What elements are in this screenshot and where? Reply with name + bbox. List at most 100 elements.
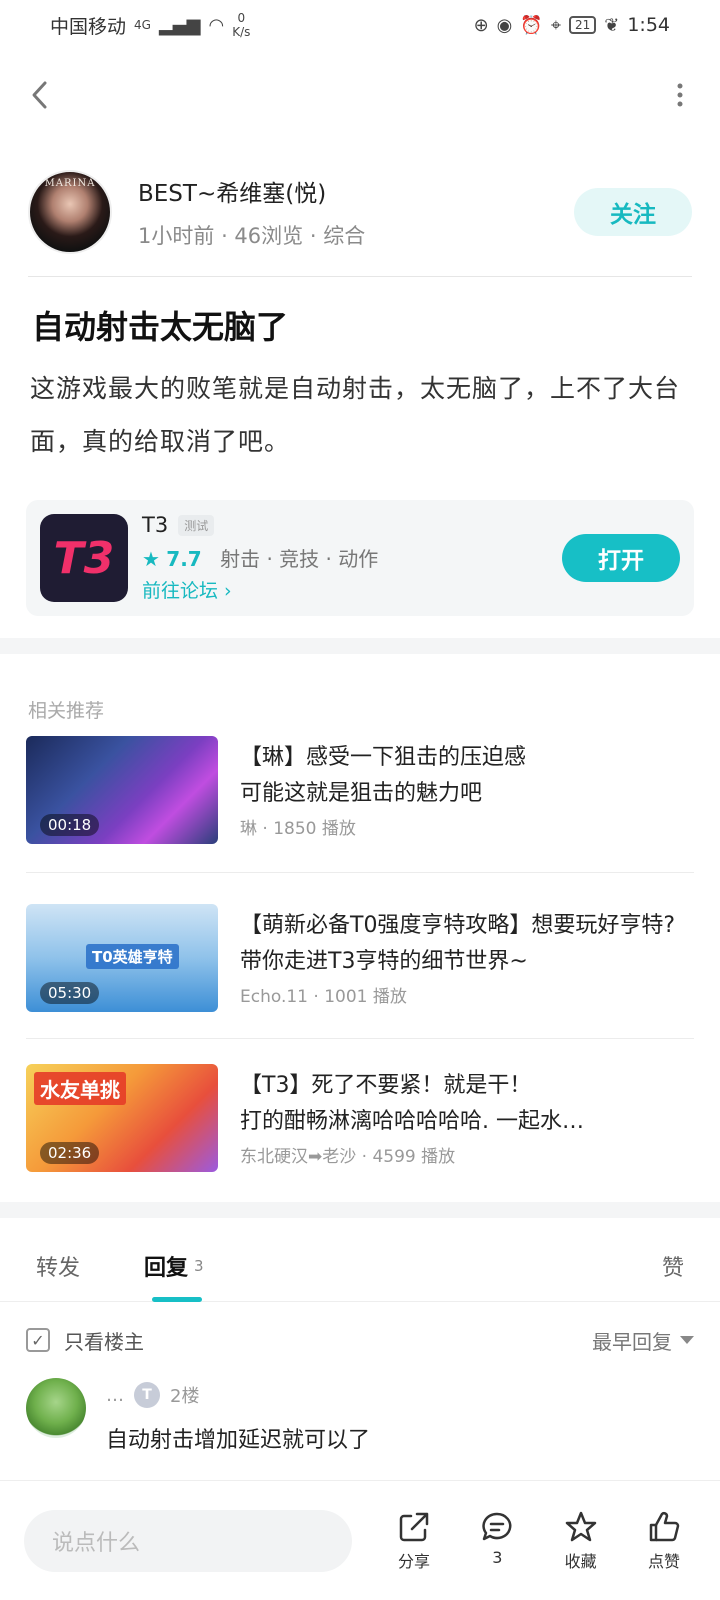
game-logo: T3 xyxy=(40,514,128,602)
comment-header: … T 2楼 xyxy=(106,1382,199,1408)
rec-title: 【萌新必备T0强度亨特攻略】想要玩好亨特?带你走进T3亨特的细节世界~ xyxy=(240,913,676,974)
star-outline-icon xyxy=(564,1510,598,1544)
rec-author: 东北硬汉➡老沙 xyxy=(240,1147,357,1167)
author-meta: 1小时前 · 46浏览 · 综合 xyxy=(138,220,574,250)
like-label: 点赞 xyxy=(647,1551,680,1571)
author-avatar[interactable]: MARINA xyxy=(28,170,112,254)
more-vertical-icon xyxy=(676,82,684,108)
avatar-text: MARINA xyxy=(44,178,96,189)
thumbs-up-icon xyxy=(647,1510,681,1544)
signal-bars-icon: ▂▄▆ xyxy=(158,14,201,36)
rec-info: 【琳】感受一下狙击的压迫感 可能这就是狙击的魅力吧 琳 · 1850 播放 xyxy=(240,736,694,848)
back-button[interactable] xyxy=(20,75,60,115)
forum-link[interactable]: 前往论坛 › xyxy=(142,576,562,603)
comment-text: 自动射击增加延迟就可以了 xyxy=(106,1428,371,1453)
clock: 1:54 xyxy=(627,14,670,36)
favorite-button[interactable]: 收藏 xyxy=(549,1510,613,1572)
tab-underline xyxy=(152,1296,203,1302)
thumbnail-caption: 水友单挑 xyxy=(34,1072,126,1105)
test-tag: 测试 xyxy=(178,514,215,536)
video-thumbnail: 00:18 xyxy=(26,736,218,844)
star-icon: ★ xyxy=(142,547,160,571)
filter-row: ✓ 只看楼主 最早回复 xyxy=(26,1320,694,1360)
rec-item[interactable]: 水友单挑 02:36 【T3】死了不要紧！就是干！ 打的酣畅淋漓哈哈哈哈哈. 一… xyxy=(26,1064,694,1176)
tab-likes[interactable]: 赞 xyxy=(662,1230,684,1302)
like-button[interactable]: 点赞 xyxy=(632,1510,696,1572)
game-meta: ★ 7.7 射击 · 竞技 · 动作 xyxy=(142,543,562,572)
thumbnail-caption: T0英雄亨特 xyxy=(86,944,179,969)
rec-meta: 琳 · 1850 播放 xyxy=(240,814,694,839)
author-name[interactable]: BEST~希维塞(悦) xyxy=(138,174,574,208)
net-speed-unit: K/s xyxy=(232,25,251,39)
open-game-button[interactable]: 打开 xyxy=(562,534,680,582)
comment-button[interactable]: 3 xyxy=(465,1510,529,1572)
rec-info: 【萌新必备T0强度亨特攻略】想要玩好亨特?带你走进T3亨特的细节世界~ Echo… xyxy=(240,904,694,1016)
tab-reply-count: 3 xyxy=(194,1256,204,1275)
location-icon: ⌖ xyxy=(550,14,561,36)
tab-reply[interactable]: 回复 3 xyxy=(144,1230,204,1302)
divider xyxy=(26,872,694,873)
only-op-checkbox[interactable]: ✓ xyxy=(26,1328,50,1352)
rec-item[interactable]: T0英雄亨特 05:30 【萌新必备T0强度亨特攻略】想要玩好亨特?带你走进T3… xyxy=(26,904,694,1016)
share-icon xyxy=(397,1510,431,1544)
status-right: ⊕ ◉ ⏰ ⌖ 21 ❦ 1:54 xyxy=(474,14,670,36)
data-saver-icon: ⊕ xyxy=(473,14,489,36)
follow-button[interactable]: 关注 xyxy=(574,188,692,236)
divider xyxy=(28,276,692,277)
rec-plays: 4599 播放 xyxy=(372,1147,456,1167)
comment-count: 3 xyxy=(492,1547,503,1567)
section-gap xyxy=(0,638,720,654)
game-name: T3 xyxy=(142,513,169,537)
section-gap xyxy=(0,1202,720,1218)
comment-item: … T 2楼 自动射击增加延迟就可以了 xyxy=(26,1378,694,1478)
tab-repost[interactable]: 转发 xyxy=(36,1230,80,1302)
game-card[interactable]: T3 T3 测试 ★ 7.7 射击 · 竞技 · 动作 前往论坛 › 打开 xyxy=(26,500,694,616)
status-bar: 中国移动 4G ▂▄▆ ◠ 0 K/s ⊕ ◉ ⏰ ⌖ 21 ❦ 1:54 xyxy=(0,0,720,50)
post-time: 1小时前 xyxy=(138,224,215,248)
net-speed: 0 K/s xyxy=(232,11,250,39)
divider xyxy=(26,1038,694,1039)
rec-plays: 1001 播放 xyxy=(324,987,407,1007)
caret-down-icon xyxy=(680,1336,694,1344)
commenter-avatar[interactable] xyxy=(26,1378,86,1438)
commenter-name[interactable]: … xyxy=(106,1385,124,1406)
carrier-label: 中国移动 xyxy=(50,15,127,38)
comment-input[interactable]: 说点什么 xyxy=(24,1509,352,1572)
recommendations-label: 相关推荐 xyxy=(28,700,105,722)
video-duration: 05:30 xyxy=(40,982,100,1004)
meta-dot: · xyxy=(262,819,274,839)
game-tag: 射击 xyxy=(220,547,261,571)
share-button[interactable]: 分享 xyxy=(382,1510,446,1572)
post-title: 自动射击太无脑了 xyxy=(32,308,289,346)
post-category[interactable]: 综合 xyxy=(323,224,365,248)
tab-reply-label: 回复 xyxy=(144,1255,189,1281)
video-duration: 02:36 xyxy=(40,1142,100,1164)
comment-floor: 2楼 xyxy=(170,1386,200,1407)
rec-plays: 1850 播放 xyxy=(273,819,356,839)
rec-title: 【T3】死了不要紧！就是干！ 打的酣畅淋漓哈哈哈哈哈. 一起水… xyxy=(240,1073,584,1134)
signal-icon: 4G xyxy=(134,18,151,32)
more-button[interactable] xyxy=(660,75,700,115)
post-body: 这游戏最大的败笔就是自动射击，太无脑了，上不了大台面，真的给取消了吧。 xyxy=(30,374,681,456)
game-info: T3 测试 ★ 7.7 射击 · 竞技 · 动作 前往论坛 › xyxy=(142,513,562,603)
comment-tabs: 转发 回复 3 赞 xyxy=(0,1230,720,1302)
sort-label: 最早回复 xyxy=(592,1329,672,1354)
meta-dot: · xyxy=(266,547,280,571)
meta-dot: · xyxy=(313,987,325,1007)
chevron-left-icon xyxy=(29,80,51,110)
game-name-row: T3 测试 xyxy=(142,513,562,537)
game-tag: 竞技 xyxy=(279,547,320,571)
alarm-icon: ⏰ xyxy=(520,14,543,36)
meta-dot: · xyxy=(361,1147,373,1167)
wifi-icon: ◠ xyxy=(208,14,225,36)
author-row: MARINA BEST~希维塞(悦) 1小时前 · 46浏览 · 综合 关注 xyxy=(28,170,692,254)
rec-title: 【琳】感受一下狙击的压迫感 可能这就是狙击的魅力吧 xyxy=(240,745,527,806)
share-label: 分享 xyxy=(397,1551,430,1571)
sort-dropdown[interactable]: 最早回复 xyxy=(592,1326,694,1355)
net-speed-value: 0 xyxy=(237,11,246,25)
video-duration: 00:18 xyxy=(40,814,100,836)
status-left: 中国移动 4G ▂▄▆ ◠ 0 K/s xyxy=(50,11,250,39)
only-op-label[interactable]: 只看楼主 xyxy=(64,1326,144,1355)
rec-item[interactable]: 00:18 【琳】感受一下狙击的压迫感 可能这就是狙击的魅力吧 琳 · 1850… xyxy=(26,736,694,848)
rec-author: Echo.11 xyxy=(240,987,308,1007)
